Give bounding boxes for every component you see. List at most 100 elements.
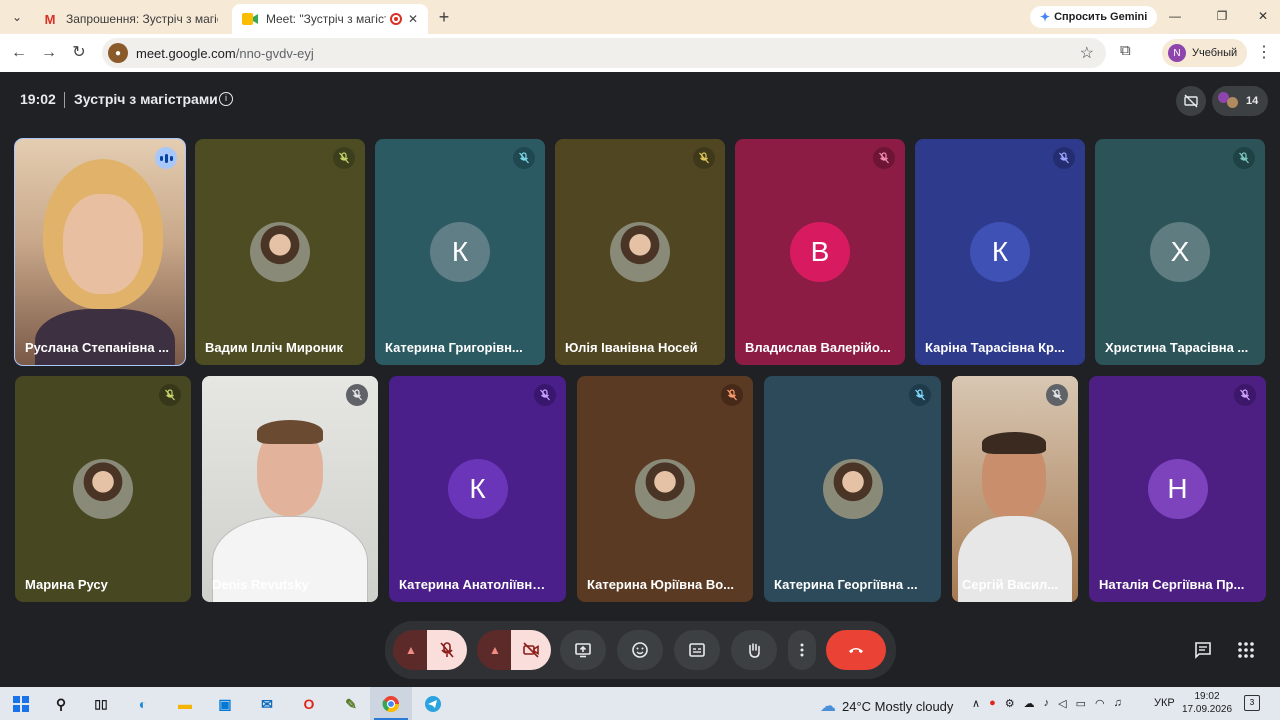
participant-tile[interactable]: К Катерина Анатоліївна... <box>389 376 566 602</box>
participant-video <box>952 376 1078 602</box>
notifications-icon[interactable]: 3 <box>1244 695 1260 711</box>
hide-tiles-icon[interactable] <box>1176 86 1206 116</box>
turn-on-camera-button[interactable] <box>511 630 551 670</box>
present-screen-button[interactable] <box>560 630 606 670</box>
participant-tile[interactable]: Вадим Ілліч Мироник <box>195 139 365 365</box>
windows-start-icon[interactable] <box>10 693 32 715</box>
clock-time: 19:02 <box>1194 691 1220 702</box>
weather-widget[interactable]: ☁ 24°C Mostly cloudy <box>820 696 953 716</box>
profile-button[interactable]: N Учебный <box>1162 39 1248 67</box>
participant-name: Вадим Ілліч Мироник <box>205 340 344 355</box>
language-indicator[interactable]: УКР <box>1154 697 1175 709</box>
muted-mic-icon <box>1234 384 1256 406</box>
browser-menu-icon[interactable]: ⋮ <box>1256 42 1272 62</box>
volume-icon[interactable]: ♫ <box>1114 697 1122 710</box>
close-window-icon[interactable]: ✕ <box>1248 6 1278 26</box>
telegram-icon[interactable] <box>422 693 444 715</box>
tab-search-menu-icon[interactable]: ⌄ <box>4 5 30 29</box>
raise-hand-button[interactable] <box>731 630 777 670</box>
muted-mic-icon <box>873 147 895 169</box>
participant-tile[interactable]: Руслана Степанівна ... <box>14 138 186 366</box>
muted-mic-icon <box>346 384 368 406</box>
participant-avatar: В <box>790 222 850 282</box>
reactions-button[interactable] <box>617 630 663 670</box>
address-bar[interactable]: ● meet.google.com/nno-gvdv-eyj ☆ <box>102 38 1106 68</box>
participant-name: Марина Русу <box>25 577 108 592</box>
present-icon <box>575 643 591 658</box>
participant-tile[interactable]: К Катерина Григорівн... <box>375 139 545 365</box>
participant-tile[interactable]: В Владислав Валерійо... <box>735 139 905 365</box>
muted-mic-icon <box>909 384 931 406</box>
maximize-icon[interactable]: ❐ <box>1207 6 1237 26</box>
participant-tile[interactable]: Катерина Георгіївна ... <box>764 376 941 602</box>
participants-button[interactable]: 14 <box>1212 86 1268 116</box>
activities-grid-icon[interactable] <box>1226 630 1266 670</box>
store-icon[interactable]: ▣ <box>214 693 236 715</box>
leave-call-button[interactable] <box>826 630 886 670</box>
edge-icon[interactable]: ◐ <box>132 693 154 715</box>
participant-name: Катерина Григорівн... <box>385 340 523 355</box>
participant-tile[interactable]: Х Христина Тарасівна ... <box>1095 139 1265 365</box>
profile-avatar: N <box>1168 44 1186 62</box>
chat-icon[interactable] <box>1183 630 1223 670</box>
show-hidden-icons-icon[interactable]: ∧ <box>972 697 980 710</box>
minimize-icon[interactable]: — <box>1160 6 1190 26</box>
participant-name: Катерина Анатоліївна... <box>399 577 549 592</box>
display-tray-icon[interactable]: ▭ <box>1076 697 1086 710</box>
participant-tile[interactable]: Н Наталія Сергіївна Пр... <box>1089 376 1266 602</box>
people-icon <box>1218 92 1240 110</box>
video-options-chevron-icon[interactable]: ▲ <box>477 630 513 670</box>
captions-button[interactable] <box>674 630 720 670</box>
participant-tile[interactable]: Denis Revutsky <box>202 376 378 602</box>
microphone-site-icon[interactable]: ● <box>108 43 128 63</box>
back-arrow-icon[interactable]: ← <box>8 42 30 64</box>
opera-icon[interactable]: O <box>298 693 320 715</box>
search-icon[interactable]: ⚲ <box>50 693 72 715</box>
audio-options-chevron-icon[interactable]: ▲ <box>393 630 429 670</box>
unmute-button[interactable] <box>427 630 467 670</box>
wifi-tray-icon[interactable]: ◠ <box>1095 697 1105 710</box>
muted-mic-icon <box>1046 384 1068 406</box>
gemini-icon: ✦ <box>1040 10 1051 24</box>
new-tab-button[interactable]: + <box>434 6 454 28</box>
participant-name: Сергій Васил... <box>962 577 1059 592</box>
participant-avatar: К <box>447 459 508 519</box>
cloud-tray-icon[interactable]: ☁ <box>1024 697 1035 710</box>
gemini-button[interactable]: ✦ Спросить Gemini <box>1030 6 1158 28</box>
participant-tile[interactable]: Катерина Юріївна Во... <box>577 376 753 602</box>
participant-tile[interactable]: Юлія Іванівна Носей <box>555 139 725 365</box>
taskbar-clock[interactable]: 19:02 17.09.2026 <box>1182 690 1232 716</box>
participant-tile[interactable]: К Каріна Тарасівна Кр... <box>915 139 1085 365</box>
bookmark-star-icon[interactable]: ☆ <box>1080 43 1094 63</box>
participant-tile[interactable]: Марина Русу <box>15 376 191 602</box>
close-tab-icon[interactable]: ✕ <box>408 12 418 26</box>
extensions-icon[interactable]: ⧉ <box>1120 42 1131 59</box>
info-icon[interactable]: i <box>219 92 233 106</box>
participant-avatar <box>250 222 310 282</box>
tab-gmail[interactable]: M Запрошення: Зустріч з магістрами <box>32 4 228 34</box>
app-icon[interactable]: ✎ <box>340 693 362 715</box>
cloud-sun-icon: ☁ <box>820 698 836 715</box>
participant-video <box>202 376 378 602</box>
reload-icon[interactable]: ↻ <box>68 42 90 64</box>
recording-icon <box>389 13 402 25</box>
participant-name: Наталія Сергіївна Пр... <box>1099 577 1245 592</box>
forward-arrow-icon[interactable]: → <box>38 42 60 64</box>
url-text: meet.google.com/nno-gvdv-eyj <box>136 45 314 61</box>
hardware-tray-icon[interactable]: ⚙ <box>1005 697 1015 710</box>
task-view-icon[interactable]: ▯▯ <box>90 693 112 715</box>
participant-avatar <box>73 459 133 519</box>
mic-tray-icon[interactable]: ♪ <box>1044 697 1050 710</box>
participant-name: Каріна Тарасівна Кр... <box>925 340 1065 355</box>
participant-name: Катерина Юріївна Во... <box>587 577 735 592</box>
chrome-icon[interactable] <box>380 693 402 715</box>
hangup-icon <box>849 648 863 653</box>
sound-tray-icon[interactable]: ◁ <box>1058 697 1066 710</box>
file-explorer-icon[interactable]: ▬ <box>174 693 196 715</box>
mail-icon[interactable]: ✉ <box>256 693 278 715</box>
participant-tile[interactable]: Сергій Васил... <box>952 376 1078 602</box>
more-options-button[interactable] <box>788 630 816 670</box>
tab-meet[interactable]: Meet: "Зустріч з магістрами" ✕ <box>232 4 428 34</box>
opera-tray-icon[interactable]: ● <box>989 697 996 710</box>
weather-text: 24°C Mostly cloudy <box>842 698 954 714</box>
